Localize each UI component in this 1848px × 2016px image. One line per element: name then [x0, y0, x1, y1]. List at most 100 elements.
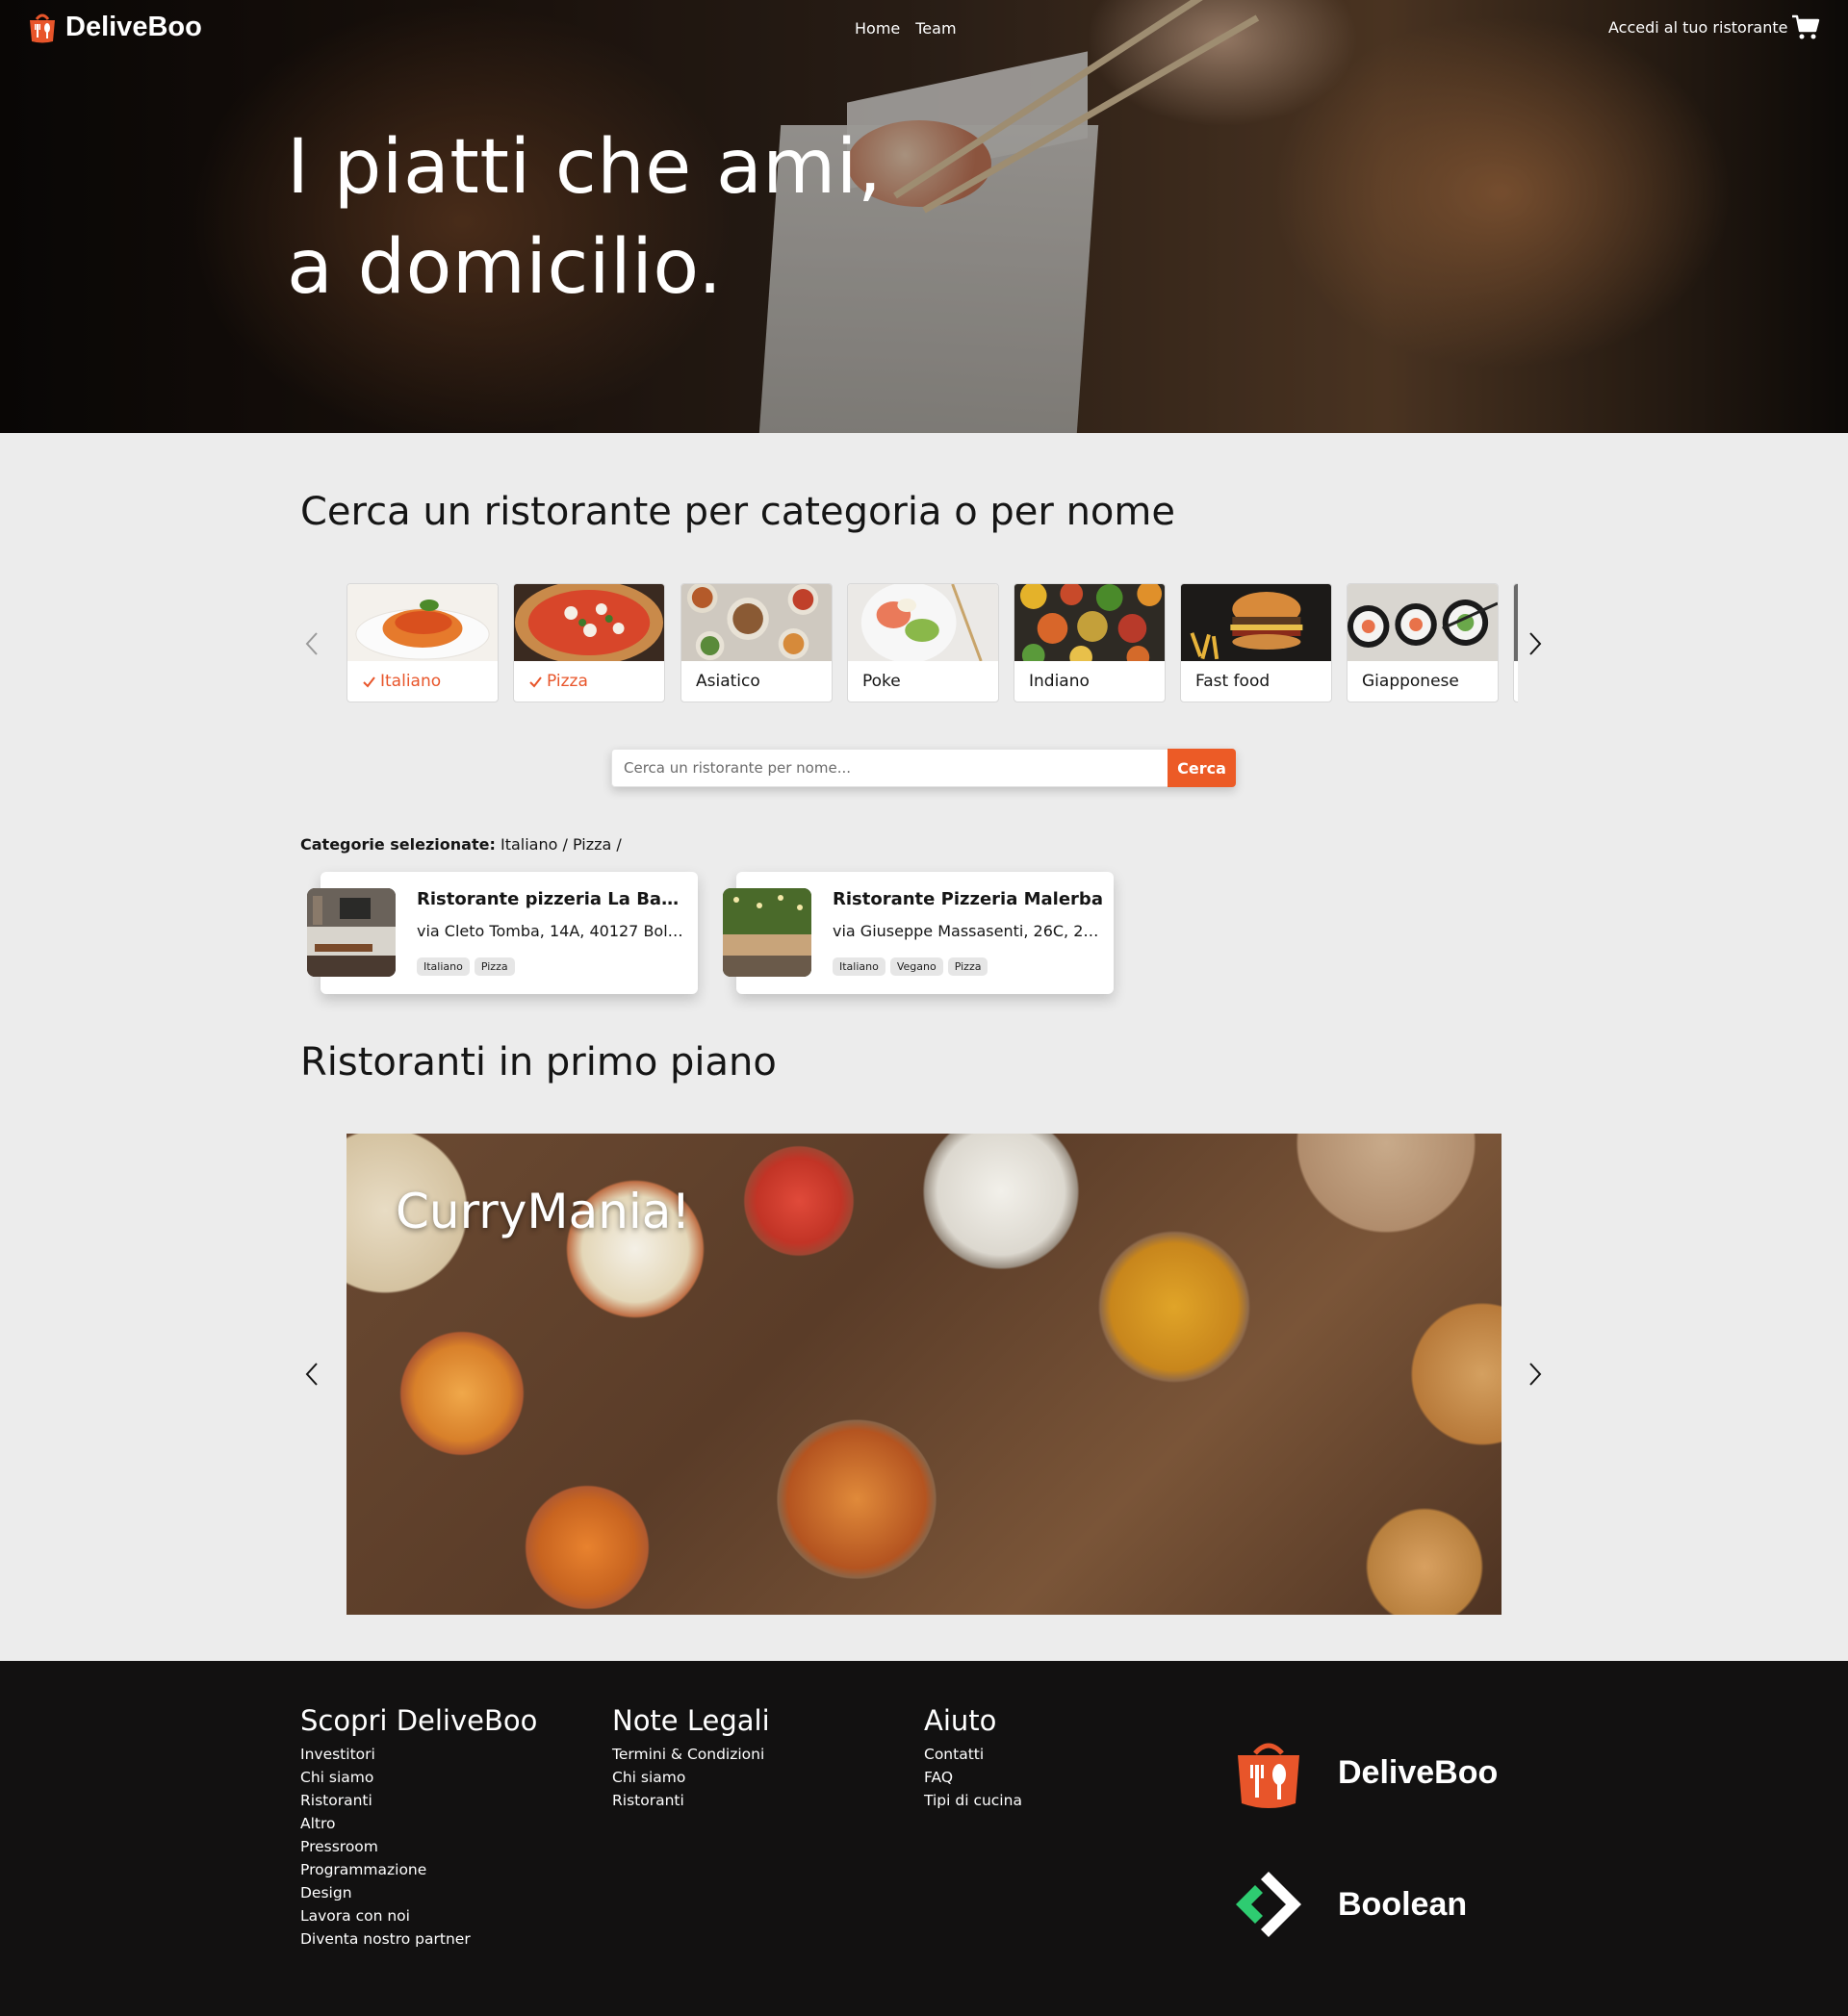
category-label-text: Asiatico	[696, 672, 760, 691]
nav-links: Home Team	[855, 19, 957, 38]
category-label-text: Poke	[862, 672, 901, 691]
restaurant-search-input[interactable]	[611, 749, 1168, 787]
footer-column-legal: Note Legali Termini & Condizioni Chi sia…	[612, 1704, 770, 1812]
search-button[interactable]: Cerca	[1168, 749, 1236, 787]
category-card-partial[interactable]	[1513, 583, 1518, 702]
boolean-logo-icon	[1236, 1872, 1301, 1937]
footer-link[interactable]: Programmazione	[300, 1858, 537, 1881]
categories-next-button[interactable]	[1523, 627, 1546, 660]
category-image	[347, 584, 498, 661]
cuisine-tag: Vegano	[889, 957, 943, 976]
restaurant-login-link[interactable]: Accedi al tuo ristorante	[1608, 18, 1787, 37]
check-icon	[363, 676, 375, 688]
footer: Scopri DeliveBoo Investitori Chi siamo R…	[0, 1661, 1848, 2016]
cuisine-tag: Pizza	[474, 957, 515, 976]
hero-title-line-1: I piatti che ami,	[287, 124, 883, 211]
category-label: Fast food	[1195, 672, 1270, 691]
category-image	[1348, 584, 1498, 661]
cart-icon[interactable]	[1791, 13, 1820, 40]
footer-link[interactable]: Ristoranti	[300, 1789, 537, 1812]
featured-slide-title: CurryMania!	[396, 1184, 691, 1239]
restaurant-name: Ristorante pizzeria La Bambaren	[417, 889, 688, 909]
category-carousel: Italiano Pizza Asiatico Poke Indiano Fas…	[346, 583, 1518, 704]
category-label: Asiatico	[696, 672, 760, 691]
chevron-left-icon	[305, 632, 318, 655]
selected-categories-label: Categorie selezionate:	[300, 835, 496, 854]
category-label: Giapponese	[1362, 672, 1459, 691]
brand[interactable]: DeliveBoo	[27, 11, 202, 43]
footer-link[interactable]: Chi siamo	[300, 1766, 537, 1789]
hero-title: I piatti che ami, a domicilio.	[287, 117, 882, 318]
footer-link[interactable]: Ristoranti	[612, 1789, 770, 1812]
categories-prev-button[interactable]	[301, 627, 324, 660]
category-image	[1514, 584, 1518, 661]
featured-section-title: Ristoranti in primo piano	[300, 1040, 777, 1085]
restaurant-card[interactable]: Ristorante pizzeria La Bambaren via Clet…	[307, 872, 698, 994]
category-label: Pizza	[528, 672, 588, 691]
hero-banner: DeliveBoo Home Team Accedi al tuo ristor…	[0, 0, 1848, 433]
featured-restaurant-slide[interactable]: CurryMania!	[346, 1134, 1502, 1615]
footer-column-help: Aiuto Contatti FAQ Tipi di cucina	[924, 1704, 1022, 1812]
category-label-text: Pizza	[547, 672, 588, 691]
footer-link[interactable]: Design	[300, 1881, 537, 1904]
cuisine-tag: Italiano	[417, 957, 470, 976]
category-image	[514, 584, 664, 665]
category-card-indiano[interactable]: Indiano	[1014, 583, 1166, 702]
restaurant-address: via Giuseppe Massasenti, 26C, 20100	[833, 922, 1104, 940]
deliveboo-logo-icon	[30, 13, 55, 43]
nav-home-link[interactable]: Home	[855, 19, 900, 38]
footer-column-discover: Scopri DeliveBoo Investitori Chi siamo R…	[300, 1704, 537, 1951]
footer-column-title: Aiuto	[924, 1704, 997, 1737]
cuisine-tag: Italiano	[833, 957, 886, 976]
hero-title-line-2: a domicilio.	[287, 224, 723, 311]
footer-link[interactable]: Diventa nostro partner	[300, 1927, 537, 1951]
category-image	[848, 584, 998, 663]
footer-link[interactable]: FAQ	[924, 1766, 1022, 1789]
featured-prev-button[interactable]	[301, 1358, 324, 1391]
category-label-text: Fast food	[1195, 672, 1270, 691]
restaurant-name: Ristorante Pizzeria Malerba	[833, 889, 1103, 909]
footer-link[interactable]: Investitori	[300, 1743, 537, 1766]
restaurant-tags: Italiano Pizza	[417, 957, 515, 976]
category-image	[1014, 584, 1165, 669]
restaurant-thumbnail	[723, 888, 811, 977]
category-label-text: Giapponese	[1362, 672, 1459, 691]
footer-brand-name: Boolean	[1338, 1885, 1468, 1923]
category-card-giapponese[interactable]: Giapponese	[1347, 583, 1499, 702]
nav-team-link[interactable]: Team	[915, 19, 956, 38]
footer-link[interactable]: Contatti	[924, 1743, 1022, 1766]
chevron-right-icon	[1529, 1363, 1542, 1386]
category-card-poke[interactable]: Poke	[847, 583, 999, 702]
navbar: DeliveBoo Home Team Accedi al tuo ristor…	[0, 0, 1848, 58]
category-label-text: Indiano	[1029, 672, 1090, 691]
restaurant-card[interactable]: Ristorante Pizzeria Malerba via Giuseppe…	[723, 872, 1114, 994]
category-label-text: Italiano	[380, 672, 442, 691]
footer-link[interactable]: Chi siamo	[612, 1766, 770, 1789]
search-section-title: Cerca un ristorante per categoria o per …	[300, 490, 1175, 534]
restaurant-address: via Cleto Tomba, 14A, 40127 Bologna	[417, 922, 688, 940]
category-card-italiano[interactable]: Italiano	[346, 583, 499, 702]
brand-name: DeliveBoo	[65, 11, 202, 42]
hero-overlay	[0, 0, 1848, 433]
category-image	[1181, 584, 1331, 661]
check-icon	[529, 676, 542, 688]
footer-link[interactable]: Altro	[300, 1812, 537, 1835]
footer-column-title: Note Legali	[612, 1704, 770, 1737]
chevron-right-icon	[1529, 632, 1542, 655]
restaurant-thumbnail	[307, 888, 396, 977]
footer-column-title: Scopri DeliveBoo	[300, 1704, 538, 1737]
footer-link[interactable]: Lavora con noi	[300, 1904, 537, 1927]
footer-link[interactable]: Tipi di cucina	[924, 1789, 1022, 1812]
category-label: Poke	[862, 672, 901, 691]
footer-link[interactable]: Pressroom	[300, 1835, 537, 1858]
footer-brand-boolean[interactable]: Boolean	[1234, 1870, 1467, 1939]
featured-next-button[interactable]	[1523, 1358, 1546, 1391]
footer-brand-deliveboo[interactable]: DeliveBoo	[1234, 1736, 1498, 1809]
category-card-asiatico[interactable]: Asiatico	[680, 583, 833, 702]
chevron-left-icon	[305, 1363, 318, 1386]
selected-categories-values: Italiano / Pizza /	[500, 835, 622, 854]
footer-link[interactable]: Termini & Condizioni	[612, 1743, 770, 1766]
category-card-fast-food[interactable]: Fast food	[1180, 583, 1332, 702]
category-card-pizza[interactable]: Pizza	[513, 583, 665, 702]
footer-brand-name: DeliveBoo	[1338, 1753, 1499, 1791]
